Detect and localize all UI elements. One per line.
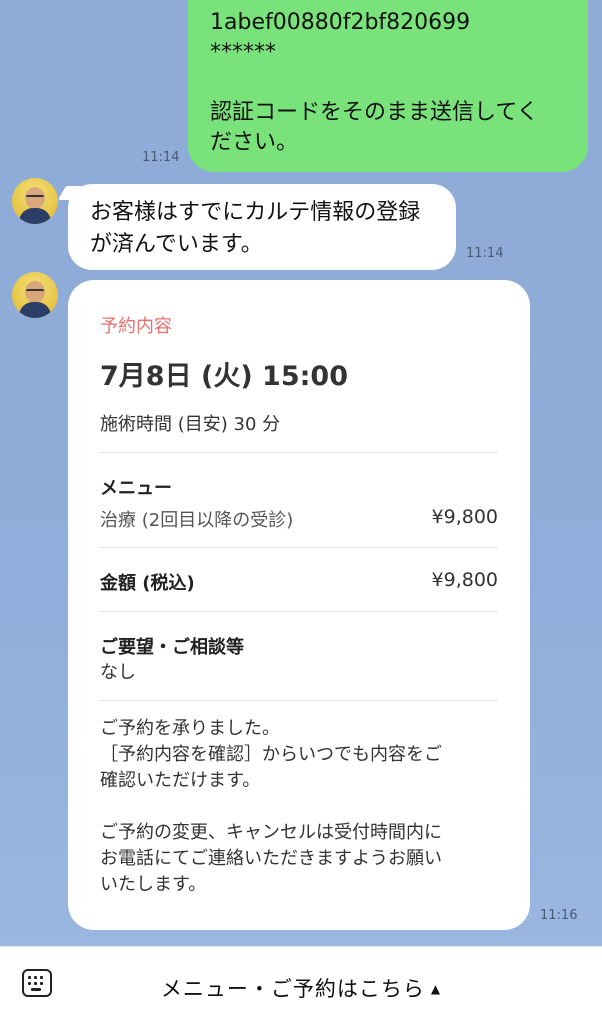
bottom-menu-bar: メニュー・ご予約はこちら ▲ bbox=[0, 946, 602, 1025]
message-line: が済んでいます。 bbox=[90, 232, 263, 257]
divider bbox=[100, 611, 498, 612]
message-line: お客様はすでにカルテ情報の登録 bbox=[90, 200, 421, 225]
chat-area[interactable]: 21eb50cda210e905715a8b41dc 1abef00880f2b… bbox=[0, 0, 602, 946]
incoming-message-bubble[interactable]: お客様はすでにカルテ情報の登録 が済んでいます。 bbox=[68, 184, 456, 270]
message-timestamp: 11:14 bbox=[466, 246, 504, 261]
divider bbox=[100, 452, 498, 453]
message-line: いたします。 bbox=[100, 874, 207, 895]
message-line: ****** bbox=[210, 40, 276, 65]
message-line: 認証コードをそのまま送信してく bbox=[210, 100, 539, 125]
message-line: ご予約を承りました。 bbox=[100, 718, 280, 739]
total-price: ¥9,800 bbox=[431, 569, 498, 591]
menu-price: ¥9,800 bbox=[431, 506, 498, 528]
message-timestamp: 11:16 bbox=[540, 908, 578, 923]
message-gap bbox=[100, 794, 500, 820]
message-line: お電話にてご連絡いただきますようお願い bbox=[100, 848, 442, 869]
menu-item: 治療 (2回目以降の受診) bbox=[100, 510, 294, 531]
message-line: 確認いただけます。 bbox=[100, 770, 261, 791]
message-line: 1abef00880f2bf820699 bbox=[210, 10, 471, 35]
menu-toggle-label: メニュー・ご予約はこちら bbox=[160, 977, 425, 1001]
divider bbox=[100, 547, 498, 548]
total-label: 金額 (税込) bbox=[100, 573, 195, 594]
avatar[interactable] bbox=[12, 272, 58, 318]
menu-label: メニュー bbox=[100, 478, 172, 499]
outgoing-message-bubble[interactable]: 21eb50cda210e905715a8b41dc 1abef00880f2b… bbox=[188, 0, 588, 172]
card-heading: 予約内容 bbox=[100, 316, 172, 337]
requests-value: なし bbox=[100, 662, 136, 683]
reservation-duration: 施術時間 (目安) 30 分 bbox=[100, 414, 281, 435]
menu-toggle-button[interactable]: メニュー・ご予約はこちら ▲ bbox=[0, 973, 602, 1003]
message-timestamp: 11:14 bbox=[142, 150, 180, 165]
requests-label: ご要望・ご相談等 bbox=[100, 637, 244, 658]
confirmation-message: ご予約を承りました。 ［予約内容を確認］からいつでも内容をご 確認いただけます。… bbox=[100, 716, 500, 898]
message-line: ださい。 bbox=[210, 130, 299, 155]
reservation-datetime: 7月8日 (火) 15:00 bbox=[100, 361, 348, 392]
message-line: 21eb50cda210e905715a8b41dc bbox=[210, 0, 568, 8]
avatar[interactable] bbox=[12, 178, 58, 224]
message-gap bbox=[210, 68, 568, 98]
arrow-up-icon: ▲ bbox=[430, 982, 442, 996]
message-line: ご予約の変更、キャンセルは受付時間内に bbox=[100, 822, 442, 843]
divider bbox=[100, 700, 498, 701]
message-line: ［予約内容を確認］からいつでも内容をご bbox=[100, 744, 442, 765]
